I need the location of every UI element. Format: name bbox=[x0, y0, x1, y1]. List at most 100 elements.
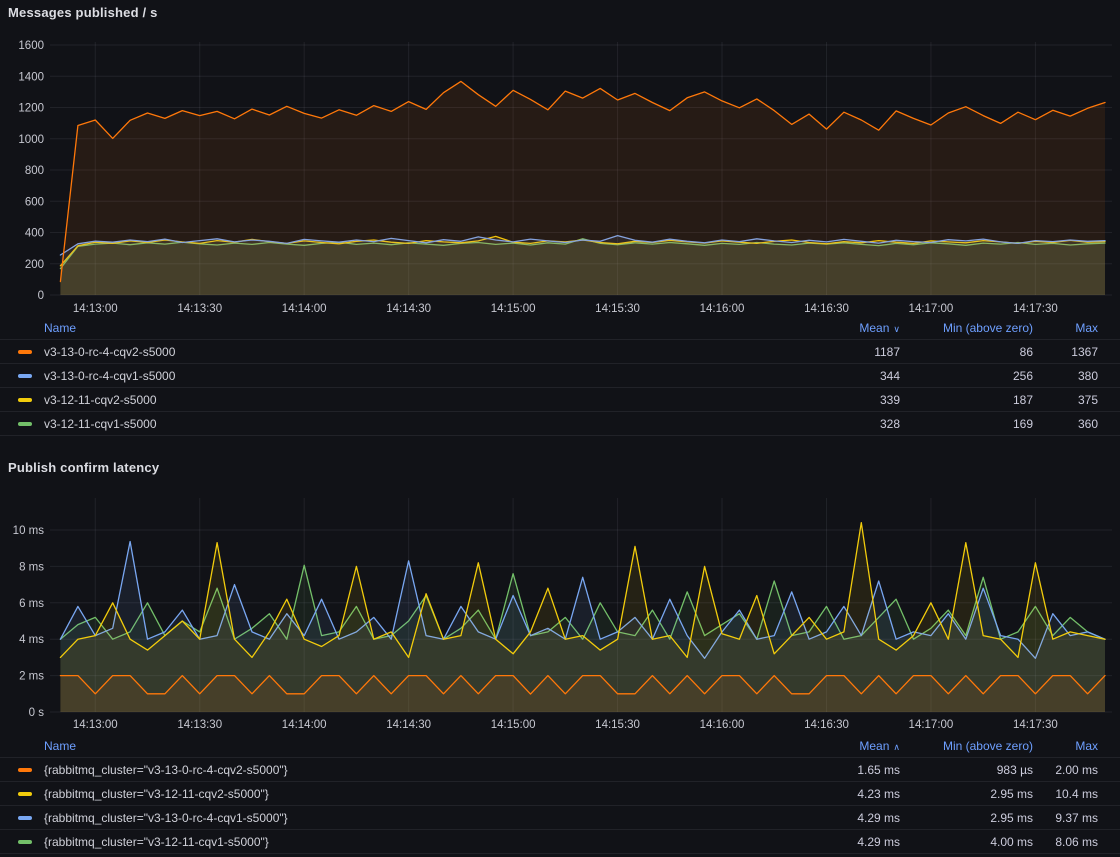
x-axis-tick-label: 14:15:30 bbox=[595, 303, 640, 315]
series-toggle[interactable]: v3-13-0-rc-4-cqv2-s5000 bbox=[18, 345, 780, 359]
min-value: 86 bbox=[900, 345, 1033, 359]
dashboard: Messages published / s 02004006008001000… bbox=[0, 0, 1120, 857]
legend-row: {rabbitmq_cluster="v3-13-0-rc-4-cqv2-s50… bbox=[0, 757, 1120, 781]
max-value: 380 bbox=[1033, 369, 1098, 383]
series-name[interactable]: {rabbitmq_cluster="v3-13-0-rc-4-cqv2-s50… bbox=[44, 763, 288, 777]
series-color-swatch[interactable] bbox=[18, 398, 32, 402]
y-axis-tick-label: 1400 bbox=[18, 71, 44, 83]
y-axis-tick-label: 0 s bbox=[29, 707, 45, 719]
min-value: 2.95 ms bbox=[900, 811, 1033, 825]
min-value: 983 µs bbox=[900, 763, 1033, 777]
sort-direction-icon: ∧ bbox=[893, 742, 900, 752]
legend-header-mean[interactable]: Mean∧ bbox=[780, 739, 900, 753]
x-axis-tick-label: 14:17:30 bbox=[1013, 719, 1058, 731]
max-value: 1367 bbox=[1033, 345, 1098, 359]
legend-header-min[interactable]: Min (above zero) bbox=[900, 321, 1033, 335]
series-name[interactable]: {rabbitmq_cluster="v3-12-11-cqv2-s5000"} bbox=[44, 787, 269, 801]
x-axis-tick-label: 14:17:00 bbox=[909, 303, 954, 315]
max-value: 2.00 ms bbox=[1033, 763, 1098, 777]
series-name[interactable]: v3-12-11-cqv1-s5000 bbox=[44, 417, 157, 431]
legend-table-messages-published: NameMean∨Min (above zero)Maxv3-13-0-rc-4… bbox=[0, 316, 1120, 436]
series-toggle[interactable]: v3-13-0-rc-4-cqv1-s5000 bbox=[18, 369, 780, 383]
series-color-swatch[interactable] bbox=[18, 840, 32, 844]
x-axis-tick-label: 14:13:00 bbox=[73, 303, 118, 315]
series-color-swatch[interactable] bbox=[18, 768, 32, 772]
y-axis-tick-label: 200 bbox=[25, 259, 44, 271]
y-axis-tick-label: 8 ms bbox=[19, 561, 44, 573]
series-color-swatch[interactable] bbox=[18, 816, 32, 820]
legend-row: {rabbitmq_cluster="v3-12-11-cqv1-s5000"}… bbox=[0, 829, 1120, 853]
max-value: 360 bbox=[1033, 417, 1098, 431]
series-color-swatch[interactable] bbox=[18, 374, 32, 378]
y-axis-tick-label: 2 ms bbox=[19, 671, 44, 683]
series-color-swatch[interactable] bbox=[18, 792, 32, 796]
y-axis-tick-label: 1200 bbox=[18, 103, 44, 115]
max-value: 9.37 ms bbox=[1033, 811, 1098, 825]
y-axis-tick-label: 1600 bbox=[18, 40, 44, 52]
legend-header-max[interactable]: Max bbox=[1033, 739, 1098, 753]
sort-direction-icon: ∨ bbox=[893, 324, 900, 334]
chart-messages-published[interactable]: 0 200 400 600 800 1000 1200 1400 1600 14:13:00 14:… bbox=[0, 0, 1120, 316]
mean-value: 344 bbox=[780, 369, 900, 383]
legend-header-row: NameMean∨Min (above zero)Max bbox=[0, 316, 1120, 339]
x-axis-tick-label: 14:14:00 bbox=[282, 719, 327, 731]
series-toggle[interactable]: {rabbitmq_cluster="v3-12-11-cqv2-s5000"} bbox=[18, 787, 780, 801]
mean-value: 4.29 ms bbox=[780, 811, 900, 825]
legend-table-publish-confirm-latency: NameMean∧Min (above zero)Max {rabbitmq_cl… bbox=[0, 734, 1120, 854]
y-axis-tick-label: 400 bbox=[25, 228, 44, 240]
series-color-swatch[interactable] bbox=[18, 422, 32, 426]
mean-value: 328 bbox=[780, 417, 900, 431]
max-value: 375 bbox=[1033, 393, 1098, 407]
series-name[interactable]: v3-13-0-rc-4-cqv2-s5000 bbox=[44, 345, 175, 359]
series-name[interactable]: {rabbitmq_cluster="v3-13-0-rc-4-cqv1-s50… bbox=[44, 811, 288, 825]
series-name[interactable]: {rabbitmq_cluster="v3-12-11-cqv1-s5000"} bbox=[44, 835, 269, 849]
max-value: 10.4 ms bbox=[1033, 787, 1098, 801]
min-value: 2.95 ms bbox=[900, 787, 1033, 801]
legend-header-name[interactable]: Name bbox=[18, 321, 780, 335]
legend-header-mean[interactable]: Mean∨ bbox=[780, 321, 900, 335]
x-axis-tick-label: 14:15:30 bbox=[595, 719, 640, 731]
series-name[interactable]: v3-12-11-cqv2-s5000 bbox=[44, 393, 157, 407]
max-value: 8.06 ms bbox=[1033, 835, 1098, 849]
series-toggle[interactable]: {rabbitmq_cluster="v3-12-11-cqv1-s5000"} bbox=[18, 835, 780, 849]
x-axis-tick-label: 14:14:30 bbox=[386, 719, 431, 731]
x-axis-tick-label: 14:16:00 bbox=[700, 303, 745, 315]
legend-row: v3-12-11-cqv2-s5000339187375 bbox=[0, 387, 1120, 411]
x-axis-tick-label: 14:13:30 bbox=[177, 303, 222, 315]
legend-table-bottom-border bbox=[0, 435, 1120, 436]
mean-value: 4.23 ms bbox=[780, 787, 900, 801]
series-toggle[interactable]: v3-12-11-cqv2-s5000 bbox=[18, 393, 780, 407]
y-axis-tick-label: 6 ms bbox=[19, 598, 44, 610]
x-axis-tick-label: 14:15:00 bbox=[491, 303, 536, 315]
legend-row: {rabbitmq_cluster="v3-12-11-cqv2-s5000"}… bbox=[0, 781, 1120, 805]
series-color-swatch[interactable] bbox=[18, 350, 32, 354]
y-axis-tick-label: 800 bbox=[25, 165, 44, 177]
series-v3-13-0-rc-4-cqv2-s5000 bbox=[60, 81, 1105, 295]
x-axis-tick-label: 14:13:00 bbox=[73, 719, 118, 731]
mean-value: 4.29 ms bbox=[780, 835, 900, 849]
x-axis-tick-label: 14:14:30 bbox=[386, 303, 431, 315]
min-value: 169 bbox=[900, 417, 1033, 431]
legend-header-max[interactable]: Max bbox=[1033, 321, 1098, 335]
series-toggle[interactable]: {rabbitmq_cluster="v3-13-0-rc-4-cqv2-s50… bbox=[18, 763, 780, 777]
x-axis-tick-label: 14:14:00 bbox=[282, 303, 327, 315]
chart-publish-confirm-latency[interactable]: 0 s2 ms4 ms6 ms8 ms10 ms14:13:0014:13:30… bbox=[0, 455, 1120, 735]
x-axis-tick-label: 14:16:00 bbox=[700, 719, 745, 731]
legend-row: v3-12-11-cqv1-s5000 328169360 bbox=[0, 411, 1120, 435]
y-axis-tick-label: 600 bbox=[25, 196, 44, 208]
legend-header-row: NameMean∧Min (above zero)Max bbox=[0, 734, 1120, 757]
x-axis-tick-label: 14:16:30 bbox=[804, 303, 849, 315]
x-axis-tick-label: 14:16:30 bbox=[804, 719, 849, 731]
y-axis-tick-label: 0 bbox=[38, 290, 44, 302]
series-name[interactable]: v3-13-0-rc-4-cqv1-s5000 bbox=[44, 369, 175, 383]
legend-row: v3-13-0-rc-4-cqv2-s50001187861367 bbox=[0, 339, 1120, 363]
min-value: 4.00 ms bbox=[900, 835, 1033, 849]
y-axis-tick-label: 10 ms bbox=[13, 525, 45, 537]
series-toggle[interactable]: {rabbitmq_cluster="v3-13-0-rc-4-cqv1-s50… bbox=[18, 811, 780, 825]
series-toggle[interactable]: v3-12-11-cqv1-s5000 bbox=[18, 417, 780, 431]
legend-header-name[interactable]: Name bbox=[18, 739, 780, 753]
legend-table-bottom-border bbox=[0, 853, 1120, 854]
x-axis-tick-label: 14:13:30 bbox=[177, 719, 222, 731]
legend-header-min[interactable]: Min (above zero) bbox=[900, 739, 1033, 753]
y-axis-tick-label: 1000 bbox=[18, 134, 44, 146]
